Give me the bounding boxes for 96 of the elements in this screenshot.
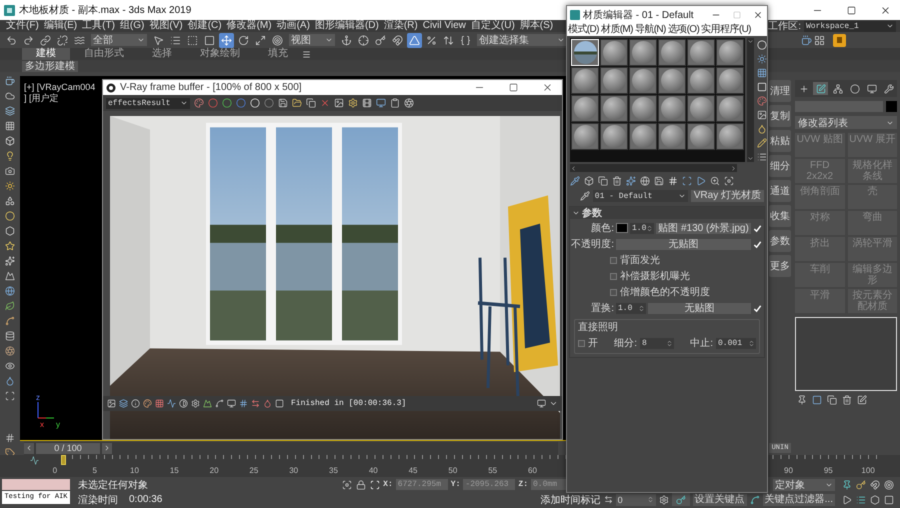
material-type-button[interactable]: VRay 灯光材质 <box>690 190 764 202</box>
toolbar-dropdown[interactable]: 视图 <box>289 34 335 46</box>
spinner-field[interactable]: 8 <box>640 338 674 348</box>
channel-dropdown[interactable]: effectsResult <box>106 98 190 108</box>
parameter-label: 中止: <box>690 336 713 350</box>
axis-label: x <box>40 421 44 429</box>
frame-number: 40 <box>368 465 379 477</box>
render-time-value: 0:00:36 <box>129 494 162 505</box>
menu-item[interactable]: Civil View <box>422 20 466 32</box>
menu-item[interactable]: 自定义(U) <box>470 20 515 32</box>
side-tab[interactable]: 粘贴 <box>769 130 791 152</box>
ribbon-tab[interactable]: 对象绘制 <box>186 48 254 60</box>
rollout-header[interactable]: 参数 <box>570 207 764 219</box>
menu-item[interactable]: 动画(A) <box>276 20 310 32</box>
option-label: 倍增颜色的不透明度 <box>620 286 710 299</box>
group-title: 直接照明 <box>578 320 619 334</box>
workspace-dropdown[interactable]: Workspace_1 <box>804 20 896 32</box>
parameter-label: 置换: <box>590 302 614 315</box>
menu-item[interactable]: 脚本(S) <box>520 20 554 32</box>
frame-number: 0 <box>52 465 58 477</box>
render-time-label: 渲染时间 <box>78 494 118 506</box>
menu-item[interactable]: 视图(V) <box>149 20 183 32</box>
coordinate-label: Y: <box>450 480 460 489</box>
menu-item[interactable]: 工具(T) <box>82 20 115 32</box>
coordinate-label: X: <box>383 480 393 489</box>
spinner-field[interactable]: 0.001 <box>716 338 756 348</box>
modifier-list-dropdown[interactable]: 修改器列表 <box>795 116 897 129</box>
window-title: 木地板材质 - 副本.max - 3ds Max 2019 <box>19 4 192 17</box>
menu-item[interactable]: 文件(F) <box>6 20 39 32</box>
parameter-label: 细分: <box>614 337 637 350</box>
side-tab[interactable]: 复制 <box>769 105 791 127</box>
toolbar-dropdown[interactable]: 全部 <box>91 34 147 46</box>
frame-number: 25 <box>248 465 260 477</box>
add-time-tag-label[interactable]: 添加时间标记 <box>540 492 601 506</box>
parameter-label: 颜色: <box>590 222 614 235</box>
menu-item[interactable]: 修改器(M) <box>226 20 272 32</box>
ribbon-tab[interactable]: 填充 <box>254 48 302 60</box>
key-filters-button[interactable]: 关键点过滤器... <box>762 494 835 506</box>
selection-set-dropdown[interactable]: 定对象 <box>773 478 835 490</box>
map-button[interactable]: 无贴图 <box>616 238 751 250</box>
frame-number: 50 <box>447 465 458 477</box>
spinner-field[interactable]: 1.0 <box>616 302 646 314</box>
menu-item[interactable]: 模式(D) <box>568 24 599 36</box>
axis-label: y <box>56 421 60 429</box>
parameter-label: 不透明度: <box>570 238 614 251</box>
frame-number: 60 <box>527 465 538 477</box>
frame-number: 20 <box>208 465 220 477</box>
menu-item[interactable]: 材质(M) <box>600 24 633 36</box>
frame-number: 100 <box>860 465 876 477</box>
material-name-dropdown[interactable]: 01 - Default <box>592 190 688 202</box>
time-slider-track[interactable]: 0 / 100 <box>24 442 558 454</box>
option-label: 补偿摄影机曝光 <box>620 270 690 283</box>
ribbon-tab[interactable]: 建模 <box>22 48 70 60</box>
set-key-button[interactable]: 设置关键点 <box>692 494 747 506</box>
ribbon-tab[interactable]: 自由形式 <box>70 48 138 60</box>
side-tab[interactable]: 通道 <box>769 180 791 202</box>
selection-status: 未选定任何对象 <box>78 478 148 492</box>
menu-item[interactable]: 渲染(R) <box>384 20 418 32</box>
map-button[interactable]: 贴图 #130 (外景.jpg) <box>656 222 751 234</box>
frame-number: 30 <box>288 465 300 477</box>
menu-item[interactable]: 创建(C) <box>188 20 222 32</box>
side-tab[interactable]: 清理 <box>769 80 791 102</box>
frame-number: 5 <box>91 465 98 477</box>
menu-item[interactable]: 图形编辑器(D) <box>314 20 379 32</box>
menu-item[interactable]: 实用程序(U) <box>701 24 751 36</box>
axis-label: z <box>36 394 40 402</box>
frame-number: 55 <box>487 465 498 477</box>
frame-number: 10 <box>129 465 140 477</box>
ribbon-panel-button[interactable]: 多边形建模 <box>22 60 78 72</box>
menu-item[interactable]: 选项(O) <box>668 24 700 36</box>
window-title: 材质编辑器 - 01 - Default <box>583 8 694 22</box>
frame-number: 95 <box>822 465 834 477</box>
frame-number: 45 <box>408 465 419 477</box>
menu-item[interactable]: 编辑(E) <box>44 20 78 32</box>
frame-number: 35 <box>328 465 339 477</box>
option-label: 背面发光 <box>620 254 660 267</box>
window-title: V-Ray frame buffer - [100% of 800 x 500] <box>120 82 302 93</box>
map-button[interactable]: 无贴图 <box>648 302 751 314</box>
option-label: 开 <box>588 337 598 350</box>
render-status: Finished in [00:00:36.3] <box>291 399 406 408</box>
side-tab[interactable]: 细分 <box>769 155 791 177</box>
frame-number: 90 <box>783 465 794 477</box>
viewport-label[interactable]: [+] [VRayCam004 ] [用户定 <box>20 76 96 104</box>
spinner-field[interactable]: 1.0 <box>630 222 654 234</box>
frame-field[interactable]: 0 <box>616 494 656 506</box>
toolbar-dropdown[interactable]: 创建选择集 <box>477 34 567 46</box>
menu-item[interactable]: 导航(N) <box>634 24 666 36</box>
side-tab[interactable]: 收集 <box>769 205 791 227</box>
time-slider-thumb[interactable]: 0 / 100 <box>36 442 100 454</box>
workspace-label: 工作区: <box>768 20 801 33</box>
menu-item[interactable]: 组(G) <box>120 20 144 32</box>
side-tab[interactable]: 更多 <box>769 255 791 277</box>
coordinate-label: Z: <box>518 480 528 489</box>
side-tab[interactable]: 参数 <box>769 230 791 252</box>
frame-number: 15 <box>168 465 180 477</box>
ribbon-tab[interactable]: 选择 <box>138 48 186 60</box>
